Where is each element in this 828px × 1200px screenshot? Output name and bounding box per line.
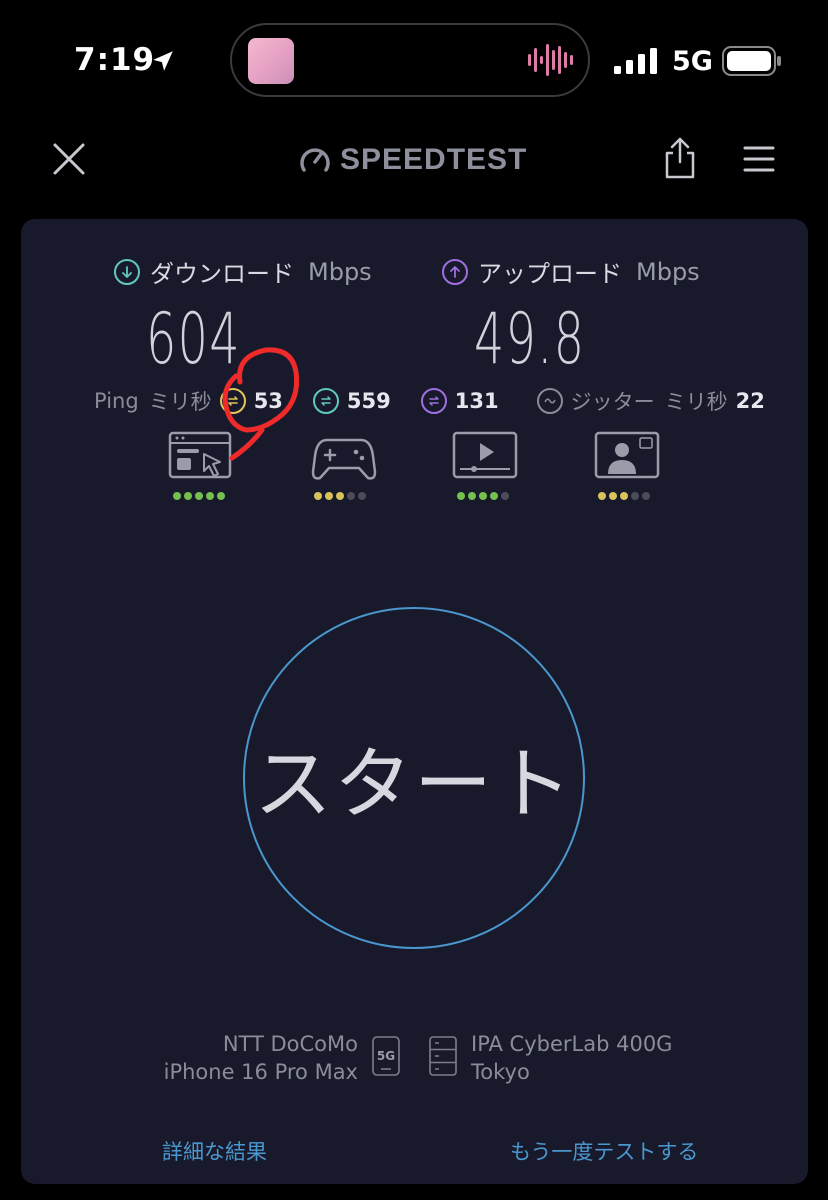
video-chat-icon	[594, 431, 660, 479]
rating-dot	[457, 492, 465, 500]
rating-dot	[490, 492, 498, 500]
rating-dot	[217, 492, 225, 500]
waveform-icon	[528, 44, 573, 76]
close-icon[interactable]	[50, 140, 88, 178]
jitter-value: 22	[735, 389, 765, 413]
ping-unit: ミリ秒	[148, 390, 212, 414]
logo-text: SPEEDTEST	[340, 143, 528, 176]
5g-badge-text: 5G	[377, 1049, 395, 1063]
ping-label: Ping	[94, 389, 139, 413]
rating-dot	[347, 492, 355, 500]
download-arrow-icon	[114, 258, 140, 285]
upload-arrow-icon	[442, 258, 468, 285]
video-streaming-icon	[452, 431, 518, 479]
5g-badge-icon: 5G	[372, 1036, 400, 1076]
rating-dot	[501, 492, 509, 500]
rating-dot	[173, 492, 181, 500]
download-unit: Mbps	[308, 257, 372, 286]
rating-dot	[325, 492, 333, 500]
server-icon	[429, 1036, 457, 1076]
rating-dot	[358, 492, 366, 500]
rating-dot	[620, 492, 628, 500]
rating-dot	[631, 492, 639, 500]
signal-bars-icon	[614, 48, 657, 74]
start-button[interactable]: スタート	[243, 607, 585, 949]
web-browsing-rating	[173, 492, 225, 500]
upload-unit: Mbps	[636, 257, 700, 286]
rating-dot	[206, 492, 214, 500]
location-arrow-icon	[153, 51, 173, 71]
upload-speed-value: 49.8	[474, 298, 586, 380]
download-latency-icon	[312, 388, 339, 414]
server-name[interactable]: IPA CyberLab 400G	[471, 1030, 672, 1058]
jitter-label: ジッター	[570, 390, 655, 414]
jitter-icon	[536, 388, 563, 414]
server-info[interactable]: IPA CyberLab 400G Tokyo	[471, 1030, 672, 1086]
server-location: Tokyo	[471, 1060, 530, 1084]
rating-dot	[642, 492, 650, 500]
download-label: ダウンロード	[150, 260, 294, 288]
upload-latency-icon	[420, 388, 447, 414]
web-browsing-icon	[168, 431, 232, 479]
rating-dot	[336, 492, 344, 500]
upload-latency-value: 131	[454, 389, 499, 413]
video-streaming-rating	[457, 492, 509, 500]
rating-dot	[468, 492, 476, 500]
device-name: iPhone 16 Pro Max	[163, 1060, 358, 1084]
upload-label: アップロード	[478, 260, 622, 288]
rating-dot	[314, 492, 322, 500]
gaming-rating	[314, 492, 366, 500]
start-button-label: スタート	[253, 740, 574, 830]
upload-header: アップロード Mbps	[442, 254, 700, 289]
gaming-icon	[311, 438, 377, 480]
menu-icon[interactable]	[742, 144, 776, 174]
download-speed-value: 604	[146, 298, 241, 380]
rating-dot	[195, 492, 203, 500]
rating-dot	[609, 492, 617, 500]
download-latency-value: 559	[346, 389, 391, 413]
latency-row: Ping ミリ秒 53 559 131 ジッター ミリ秒 22	[94, 386, 765, 416]
rating-dot	[184, 492, 192, 500]
provider-info: NTT DoCoMo iPhone 16 Pro Max	[100, 1030, 358, 1086]
speedtest-logo: SPEEDTEST	[298, 140, 527, 180]
rating-dot	[598, 492, 606, 500]
jitter-unit: ミリ秒	[664, 390, 728, 414]
network-type: 5G	[672, 46, 713, 77]
carrier-name: NTT DoCoMo	[222, 1032, 358, 1056]
retest-link[interactable]: もう一度テストする	[510, 1136, 698, 1166]
now-playing-thumbnail[interactable]	[248, 38, 294, 84]
speedometer-icon	[300, 148, 330, 172]
idle-latency-icon	[219, 388, 246, 414]
status-time: 7:19	[74, 42, 156, 78]
battery-icon	[722, 46, 781, 76]
idle-latency-value: 53	[253, 389, 283, 413]
detailed-results-link[interactable]: 詳細な結果	[162, 1136, 267, 1166]
video-chat-rating	[598, 492, 650, 500]
rating-dot	[479, 492, 487, 500]
share-icon[interactable]	[662, 136, 698, 180]
download-header: ダウンロード Mbps	[114, 254, 372, 289]
